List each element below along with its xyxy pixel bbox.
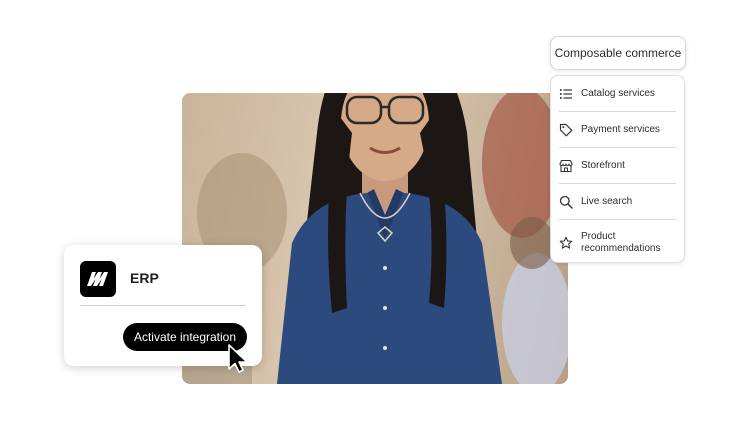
composable-services-list: Catalog services Payment services Storef… [550,75,685,263]
service-label-catalog: Catalog services [581,87,655,99]
search-icon [559,195,573,209]
service-label-storefront: Storefront [581,159,625,171]
service-item-payment[interactable]: Payment services [559,112,676,148]
list-icon [559,87,573,101]
service-item-product-recommendations[interactable]: Product recommendations [559,220,676,265]
magento-logo-icon [80,261,116,297]
erp-title: ERP [130,270,159,286]
composable-commerce-title: Composable commerce [554,46,682,60]
pointer-cursor-icon [228,344,248,373]
service-item-live-search[interactable]: Live search [559,184,676,220]
service-item-storefront[interactable]: Storefront [559,148,676,184]
service-label-product-recommendations: Product recommendations [581,230,661,254]
storefront-icon [559,159,573,173]
composable-commerce-header: Composable commerce [550,36,686,70]
tag-icon [559,123,573,137]
service-item-catalog[interactable]: Catalog services [559,76,676,112]
service-label-live-search: Live search [581,195,633,207]
star-icon [559,236,573,250]
erp-divider [80,305,246,306]
service-label-payment: Payment services [581,123,660,135]
